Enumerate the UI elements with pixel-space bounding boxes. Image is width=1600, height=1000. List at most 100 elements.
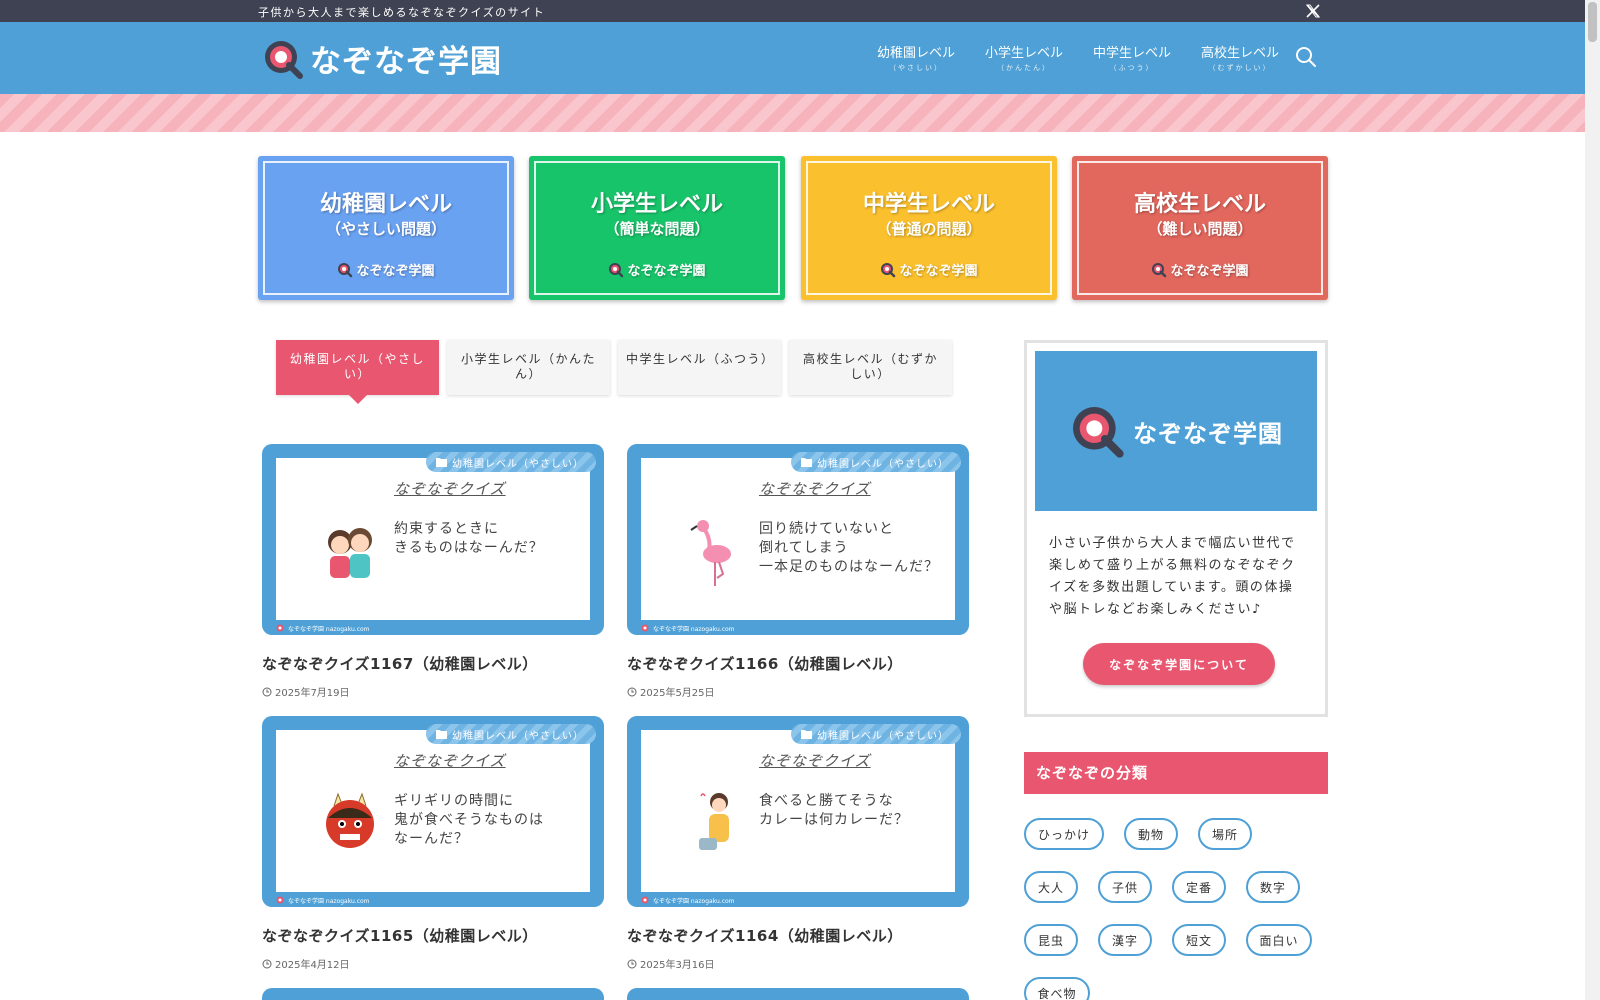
tab-elementary[interactable]: 小学生レベル（かんたん） xyxy=(447,340,610,395)
article-card[interactable]: なぞなぞクイズ ギリギリの時間に 鬼が食べそうなものは なーんだ？ 幼稚園レベル… xyxy=(262,716,604,971)
sidebar-banner: なぞなぞ学園 xyxy=(1035,351,1317,511)
banner-brand: なぞなぞ学園 xyxy=(258,260,514,279)
thumbnail-paper: なぞなぞクイズ 約束するときに きるものはなーんだ？ xyxy=(276,458,590,620)
tab-kindergarten[interactable]: 幼稚園レベル（やさしい） xyxy=(276,340,439,404)
thumbnail-paper: なぞなぞクイズ 食べると勝てそうな カレーは何カレーだ？ xyxy=(641,730,955,892)
article-card[interactable]: なぞなぞクイズ 食べると勝てそうな カレーは何カレーだ？ 幼稚園レベル（やさしい… xyxy=(627,716,969,971)
article-date: 2025年3月16日 xyxy=(627,956,969,971)
about-button[interactable]: なぞなぞ学園について xyxy=(1083,643,1275,685)
nav-item-kindergarten[interactable]: 幼稚園レベル （やさしい） xyxy=(862,42,970,73)
thumbnail-question: 回り続けていないと 倒れてしまう 一本足のものはなーんだ？ xyxy=(759,520,939,577)
folder-icon xyxy=(801,458,812,467)
tag-item[interactable]: 場所 xyxy=(1198,818,1252,850)
article-card-partial[interactable] xyxy=(262,988,604,1000)
banner-junior-high[interactable]: 中学生レベル （普通の問題） なぞなぞ学園 xyxy=(801,156,1057,300)
article-date: 2025年4月12日 xyxy=(262,956,604,971)
scrollbar-thumb[interactable] xyxy=(1588,2,1597,42)
banner-subtitle: （やさしい問題） xyxy=(325,220,446,238)
article-title[interactable]: なぞなぞクイズ1164（幼稚園レベル） xyxy=(627,925,969,946)
tab-high-school[interactable]: 高校生レベル（むずかしい） xyxy=(789,340,952,395)
banner-brand-text: なぞなぞ学園 xyxy=(627,264,706,279)
tag-item[interactable]: 短文 xyxy=(1172,924,1226,956)
article-title[interactable]: なぞなぞクイズ1166（幼稚園レベル） xyxy=(627,653,969,674)
thumbnail-footer: なぞなぞ学園 nazogaku.com xyxy=(641,896,735,905)
tag-item[interactable]: 子供 xyxy=(1098,871,1152,903)
search-icon[interactable] xyxy=(1293,44,1319,70)
thumbnail-question: ギリギリの時間に 鬼が食べそうなものは なーんだ？ xyxy=(394,792,544,849)
category-badge[interactable]: 幼稚園レベル（やさしい） xyxy=(426,724,596,744)
tag-item[interactable]: 大人 xyxy=(1024,871,1078,903)
nav-label: 高校生レベル xyxy=(1200,46,1279,61)
x-logo-icon[interactable] xyxy=(1305,3,1321,19)
article-card-partial[interactable] xyxy=(627,988,969,1000)
tab-junior-high[interactable]: 中学生レベル（ふつう） xyxy=(618,340,781,395)
magnifier-q-logo-icon xyxy=(881,262,896,277)
date-text: 2025年5月25日 xyxy=(640,688,715,699)
banner-brand: なぞなぞ学園 xyxy=(1072,260,1328,279)
question-text: ギリギリの時間に 鬼が食べそうなものは なーんだ？ xyxy=(394,793,544,847)
banner-title: 小学生レベル xyxy=(590,192,723,217)
thumbnail-footer: なぞなぞ学園 nazogaku.com xyxy=(276,624,370,633)
top-bar: 子供から大人まで楽しめるなぞなぞクイズのサイト xyxy=(0,0,1585,22)
nav-label: 小学生レベル xyxy=(984,46,1063,61)
clock-icon xyxy=(262,687,272,696)
thumbnail-heading: なぞなぞクイズ xyxy=(759,752,871,770)
tag-item[interactable]: 定番 xyxy=(1172,871,1226,903)
article-thumbnail[interactable]: なぞなぞクイズ 約束するときに きるものはなーんだ？ 幼稚園レベル（やさしい） … xyxy=(262,444,604,635)
logo-text: なぞなぞ学園 xyxy=(310,44,502,80)
tag-item[interactable]: 食べ物 xyxy=(1024,977,1090,1000)
nav-item-junior-high[interactable]: 中学生レベル （ふつう） xyxy=(1078,42,1186,73)
banner-kindergarten[interactable]: 幼稚園レベル （やさしい問題） なぞなぞ学園 xyxy=(258,156,514,300)
banner-title: 幼稚園レベル xyxy=(319,192,452,217)
nav-item-high-school[interactable]: 高校生レベル （むずかしい） xyxy=(1186,42,1294,73)
category-badge[interactable]: 幼稚園レベル（やさしい） xyxy=(791,724,961,744)
category-label: 幼稚園レベル（やさしい） xyxy=(452,458,584,470)
magnifier-q-logo-icon xyxy=(265,40,303,79)
date-text: 2025年4月12日 xyxy=(275,960,350,971)
thumbnail-footer-text: なぞなぞ学園 nazogaku.com xyxy=(653,898,735,905)
main-nav: 幼稚園レベル （やさしい） 小学生レベル （かんたん） 中学生レベル （ふつう）… xyxy=(862,42,1294,73)
article-date: 2025年7月19日 xyxy=(262,684,604,699)
banner-high-school[interactable]: 高校生レベル （難しい問題） なぞなぞ学園 xyxy=(1072,156,1328,300)
tag-item[interactable]: 数字 xyxy=(1246,871,1300,903)
tag-item[interactable]: 漢字 xyxy=(1098,924,1152,956)
magnifier-q-logo-icon xyxy=(641,624,649,632)
question-text: 約束するときに きるものはなーんだ？ xyxy=(394,521,544,556)
nav-sublabel: （やさしい） xyxy=(889,64,943,72)
banner-elementary[interactable]: 小学生レベル （簡単な問題） なぞなぞ学園 xyxy=(529,156,785,300)
tag-item[interactable]: 動物 xyxy=(1124,818,1178,850)
banner-brand-text: なぞなぞ学園 xyxy=(899,264,978,279)
question-text: 食べると勝てそうな カレーは何カレーだ？ xyxy=(759,793,909,828)
level-tabs: 幼稚園レベル（やさしい） 小学生レベル（かんたん） 中学生レベル（ふつう） 高校… xyxy=(276,340,960,404)
article-thumbnail[interactable]: なぞなぞクイズ ギリギリの時間に 鬼が食べそうなものは なーんだ？ 幼稚園レベル… xyxy=(262,716,604,907)
site-logo[interactable]: なぞなぞ学園 xyxy=(262,36,502,81)
banner-title: 中学生レベル xyxy=(862,192,995,217)
thumbnail-paper: なぞなぞクイズ ギリギリの時間に 鬼が食べそうなものは なーんだ？ xyxy=(276,730,590,892)
girls-whispering-illustration-icon xyxy=(328,528,372,578)
category-badge[interactable]: 幼稚園レベル（やさしい） xyxy=(426,452,596,472)
sidebar-banner-text: なぞなぞ学園 xyxy=(1133,419,1283,448)
article-card[interactable]: なぞなぞクイズ 回り続けていないと 倒れてしまう 一本足のものはなーんだ？ 幼稚… xyxy=(627,444,969,699)
article-title[interactable]: なぞなぞクイズ1165（幼稚園レベル） xyxy=(262,925,604,946)
magnifier-q-logo-icon xyxy=(609,262,624,277)
nav-item-elementary[interactable]: 小学生レベル （かんたん） xyxy=(970,42,1078,73)
tag-item[interactable]: ひっかけ xyxy=(1024,818,1104,850)
site-header: なぞなぞ学園 幼稚園レベル （やさしい） 小学生レベル （かんたん） 中学生レベ… xyxy=(0,22,1585,94)
sidebar-profile: なぞなぞ学園 小さい子供から大人まで幅広い世代で楽しめて盛り上がる無料のなぞなぞ… xyxy=(1024,340,1328,717)
oni-demon-illustration-icon xyxy=(326,792,374,848)
banner-subtitle: （難しい問題） xyxy=(1147,220,1253,238)
magnifier-q-logo-icon xyxy=(276,624,284,632)
article-title[interactable]: なぞなぞクイズ1167（幼稚園レベル） xyxy=(262,653,604,674)
tag-item[interactable]: 面白い xyxy=(1246,924,1312,956)
site-description: 小さい子供から大人まで幅広い世代で楽しめて盛り上がる無料のなぞなぞクイズを多数出… xyxy=(1049,536,1296,617)
category-badge[interactable]: 幼稚園レベル（やさしい） xyxy=(791,452,961,472)
thumbnail-heading: なぞなぞクイズ xyxy=(759,480,871,498)
thumbnail-question: 食べると勝てそうな カレーは何カレーだ？ xyxy=(759,792,909,830)
article-thumbnail[interactable]: なぞなぞクイズ 食べると勝てそうな カレーは何カレーだ？ 幼稚園レベル（やさしい… xyxy=(627,716,969,907)
article-card[interactable]: なぞなぞクイズ 約束するときに きるものはなーんだ？ 幼稚園レベル（やさしい） … xyxy=(262,444,604,699)
article-thumbnail[interactable]: なぞなぞクイズ 回り続けていないと 倒れてしまう 一本足のものはなーんだ？ 幼稚… xyxy=(627,444,969,635)
magnifier-q-logo-icon xyxy=(1073,407,1124,458)
scrollbar-track[interactable] xyxy=(1585,0,1600,1000)
tag-item[interactable]: 昆虫 xyxy=(1024,924,1078,956)
article-date: 2025年5月25日 xyxy=(627,684,969,699)
